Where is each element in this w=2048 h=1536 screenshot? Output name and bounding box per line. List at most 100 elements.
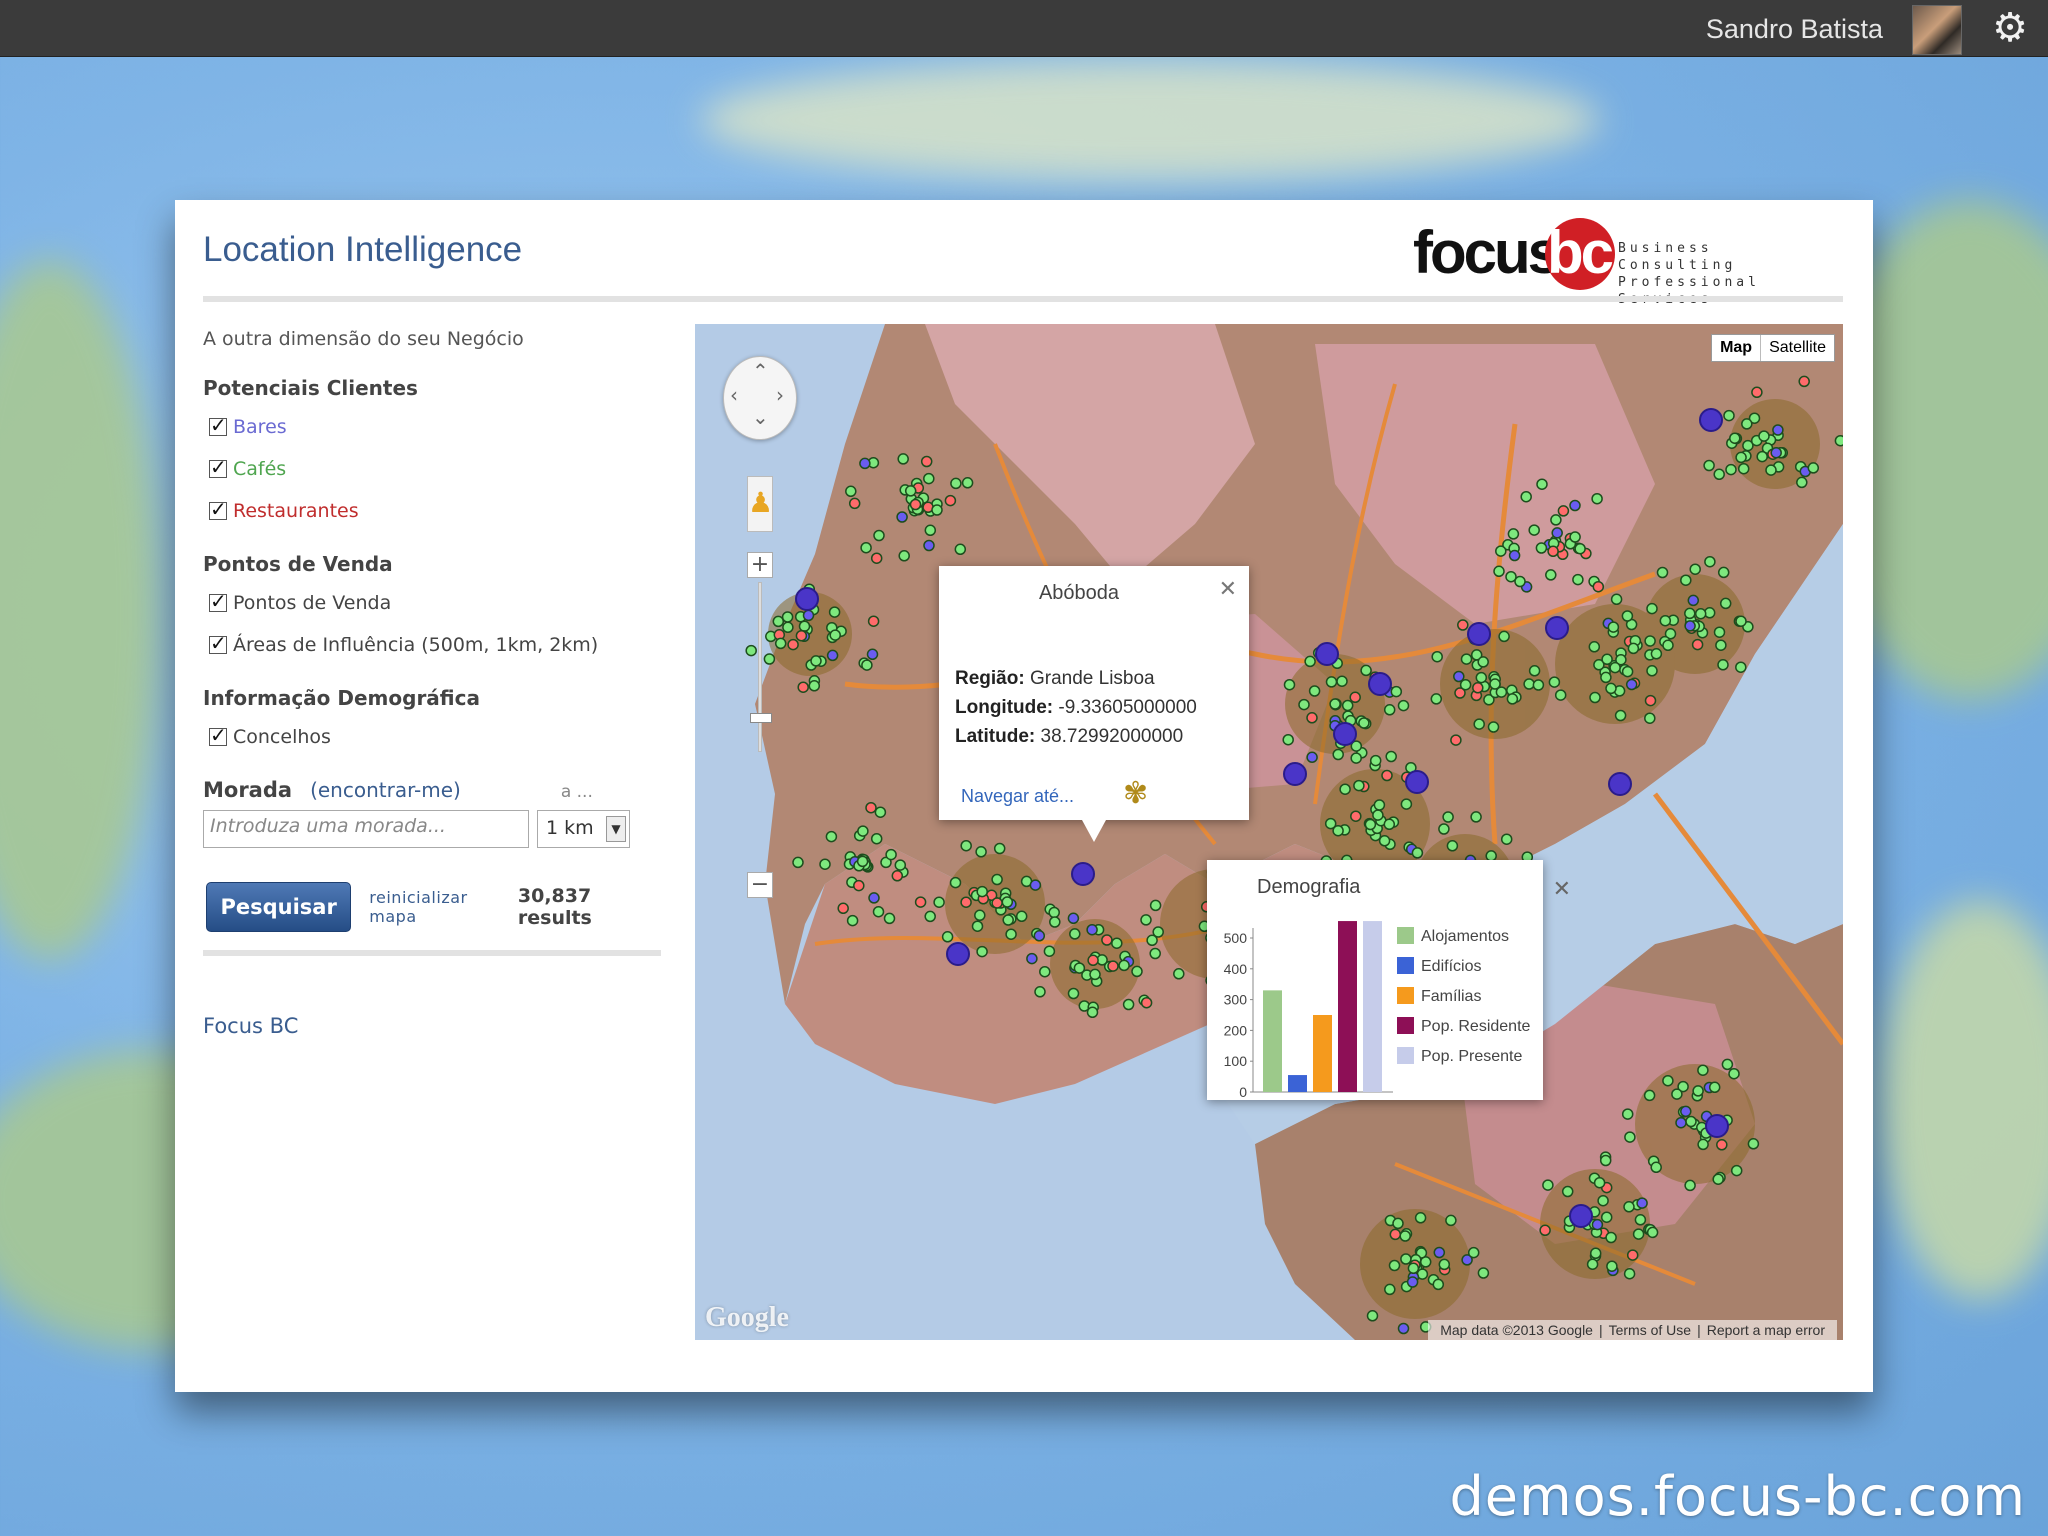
poi-marker	[1500, 833, 1513, 845]
pan-up-icon[interactable]: ⌃	[752, 359, 769, 383]
poi-marker	[1712, 1173, 1724, 1185]
checkbox[interactable]	[209, 631, 227, 655]
poi-marker	[976, 945, 988, 958]
poi-marker	[1353, 779, 1365, 792]
report-error-link[interactable]: Report a map error	[1707, 1322, 1825, 1338]
poi-marker	[891, 870, 904, 882]
poi-marker	[1557, 505, 1570, 517]
user-name[interactable]: Sandro Batista	[1706, 14, 1883, 45]
poi-marker	[781, 611, 794, 623]
filter-cafes[interactable]: Cafés	[203, 448, 663, 490]
radius-select[interactable]: 1 km ▼	[537, 810, 630, 848]
filter-pontos-de-venda[interactable]: Pontos de Venda	[203, 582, 663, 624]
checkbox[interactable]	[209, 413, 227, 437]
poi-marker	[1043, 945, 1056, 957]
filter-panel: A outra dimensão do seu Negócio Potencia…	[203, 328, 663, 1038]
demografia-info-window: Demografia ✕ 0 100 200 300 400 500 Alojamentos…	[1207, 860, 1571, 1100]
address-input[interactable]: Introduza uma morada...	[203, 810, 529, 848]
poi-marker	[1626, 1249, 1639, 1261]
close-icon[interactable]: ✕	[1219, 576, 1237, 602]
map-type-map-button[interactable]: Map	[1712, 335, 1762, 361]
map-view[interactable]: Map Satellite ⌃ ‹ › ⌄ ♟ + − Abóboda ✕ Re…	[695, 324, 1843, 1340]
poi-marker	[1508, 549, 1521, 562]
poi-marker	[1703, 459, 1715, 472]
poi-marker	[1834, 434, 1843, 447]
checkbox[interactable]	[209, 589, 227, 613]
poi-marker	[1332, 748, 1344, 761]
gear-icon[interactable]: ⚙	[1992, 6, 2028, 50]
poi-marker	[1495, 545, 1507, 557]
zoom-slider-track[interactable]	[758, 582, 762, 752]
find-me-link[interactable]: (encontrar-me)	[310, 778, 461, 802]
map-attribution: Map data ©2013 Google | Terms of Use | Repor…	[1428, 1320, 1837, 1340]
search-button[interactable]: Pesquisar	[206, 882, 352, 932]
poi-marker	[1048, 906, 1060, 919]
poi-marker	[933, 896, 945, 908]
chevron-down-icon[interactable]: ▼	[606, 816, 626, 842]
poi-marker	[1708, 1081, 1721, 1094]
poi-marker	[1542, 1179, 1554, 1191]
filter-concelhos[interactable]: Concelhos	[203, 716, 663, 758]
poi-marker	[1692, 1085, 1704, 1097]
pan-left-icon[interactable]: ‹	[730, 383, 738, 407]
poi-marker	[1741, 418, 1753, 430]
pan-down-icon[interactable]: ⌄	[752, 405, 769, 429]
poi-marker	[1329, 698, 1341, 710]
search-row: Pesquisar reinicializar mapa 30,837 resu…	[203, 882, 663, 932]
navigate-link[interactable]: Navegar até...	[961, 786, 1074, 807]
close-icon[interactable]: ✕	[1553, 876, 1571, 902]
filter-restaurantes[interactable]: Restaurantes	[203, 490, 663, 532]
poi-marker	[772, 615, 785, 628]
poi-marker	[1621, 610, 1634, 622]
zoom-in-button[interactable]: +	[747, 552, 773, 578]
longitude-value: -9.33605000000	[1058, 697, 1197, 718]
map-type-satellite-button[interactable]: Satellite	[1761, 335, 1834, 361]
poi-marker	[920, 455, 933, 468]
poi-marker	[1349, 691, 1361, 704]
poi-marker	[1475, 671, 1488, 684]
poi-marker	[1034, 986, 1046, 998]
poi-marker	[1385, 750, 1397, 763]
poi-marker	[1528, 665, 1541, 677]
poi-marker	[924, 524, 937, 537]
pan-control[interactable]: ⌃ ‹ › ⌄	[723, 356, 797, 440]
poi-marker	[1597, 1194, 1609, 1207]
poi-marker	[1308, 685, 1321, 697]
filter-areas-influencia[interactable]: Áreas de Influência (500m, 1km, 2km)	[203, 624, 663, 666]
map-canvas[interactable]	[695, 324, 1843, 1340]
poi-marker	[898, 550, 910, 562]
poi-marker	[974, 909, 986, 922]
zoom-slider-thumb[interactable]	[750, 713, 772, 723]
poi-marker	[923, 472, 935, 485]
poi-marker	[829, 629, 841, 641]
main-card: Location Intelligence focus bc Business …	[175, 200, 1873, 1392]
checkbox[interactable]	[209, 723, 227, 747]
poi-marker	[1807, 462, 1820, 474]
poi-marker	[1723, 409, 1735, 422]
poi-marker	[1572, 573, 1584, 586]
poi-marker	[1624, 1131, 1636, 1143]
pan-right-icon[interactable]: ›	[776, 383, 784, 407]
poi-marker	[1015, 910, 1028, 923]
terms-link[interactable]: Terms of Use	[1609, 1322, 1691, 1338]
focus-bc-link[interactable]: Focus BC	[203, 1014, 663, 1038]
poi-marker	[950, 477, 962, 490]
section-heading: Potenciais Clientes	[203, 376, 418, 400]
checkbox[interactable]	[209, 497, 227, 521]
poi-marker	[1325, 676, 1338, 688]
poi-marker	[867, 615, 880, 627]
poi-marker	[845, 485, 857, 498]
poi-marker	[924, 910, 936, 923]
street-view-pegman-icon[interactable]: ♟	[747, 476, 773, 532]
poi-marker	[1477, 656, 1489, 668]
poi-marker	[853, 879, 865, 892]
poi-marker	[1111, 937, 1123, 949]
checkbox[interactable]	[209, 455, 227, 479]
sidebar-divider	[203, 950, 661, 956]
zoom-out-button[interactable]: −	[747, 872, 773, 898]
poi-marker	[1493, 565, 1505, 578]
filter-bares[interactable]: Bares	[203, 406, 663, 448]
reset-map-link[interactable]: reinicializar mapa	[369, 888, 512, 926]
poi-marker	[1719, 597, 1732, 610]
avatar[interactable]	[1912, 5, 1962, 55]
